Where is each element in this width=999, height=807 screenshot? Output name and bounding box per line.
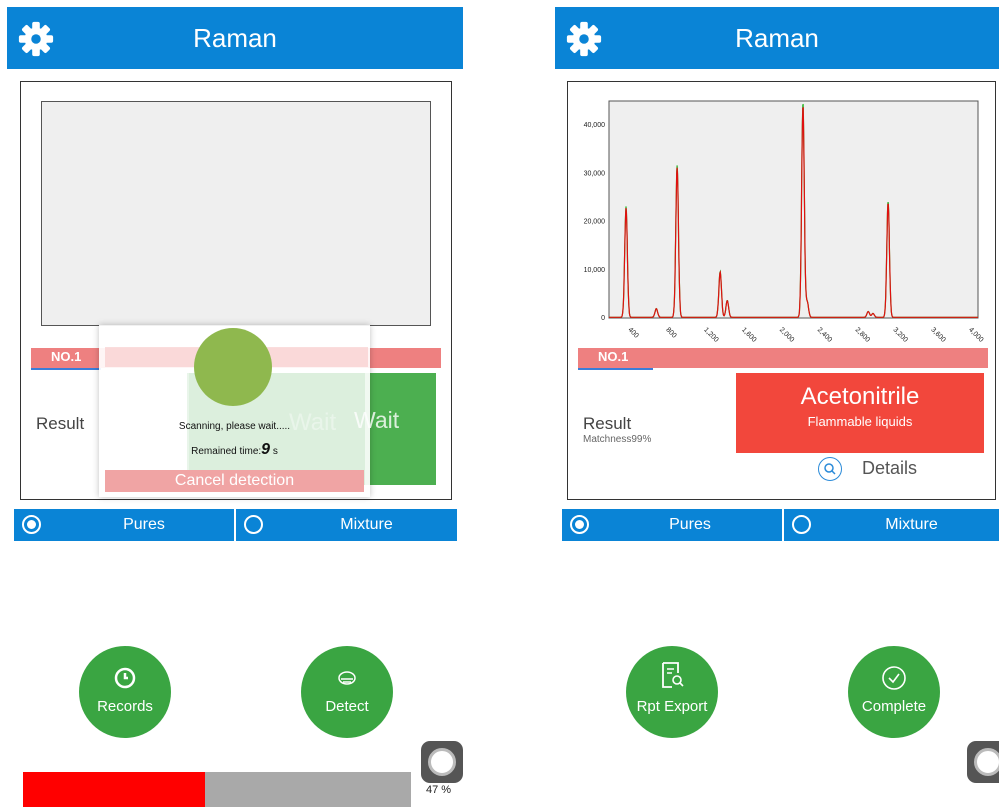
left-mode-selector: Pures Mixture — [14, 509, 457, 541]
app-title: Raman — [193, 23, 277, 53]
right-mode-selector: Pures Mixture — [562, 509, 999, 541]
sample-tag: NO.1 — [598, 349, 629, 364]
substance-name: Acetonitrile — [800, 383, 920, 410]
check-circle-icon — [882, 666, 906, 690]
details-link[interactable]: Details — [818, 455, 958, 483]
sample-tag: NO.1 — [51, 349, 82, 364]
mode-mixture[interactable]: Mixture — [236, 509, 457, 541]
mode-mixture[interactable]: Mixture — [784, 509, 999, 541]
result-box[interactable]: Acetonitrile Flammable liquids — [736, 373, 984, 453]
detect-button[interactable]: Detect — [301, 646, 393, 738]
radio-mixture[interactable] — [244, 515, 263, 534]
complete-button[interactable]: Complete — [848, 646, 940, 738]
x-tick-label: 2,000 — [778, 326, 795, 343]
x-tick-label: 4,000 — [967, 326, 984, 343]
magnifier-icon — [818, 457, 842, 481]
mode-pures[interactable]: Pures — [562, 509, 782, 541]
result-label: Result — [583, 414, 632, 433]
remained-time: Remained time:9 s — [191, 441, 278, 458]
detect-icon — [338, 671, 356, 685]
y-tick-label: 40,000 — [584, 122, 606, 129]
spectrum-plot-empty — [41, 101, 431, 326]
radio-mixture[interactable] — [792, 515, 811, 534]
x-tick-label: 400 — [627, 326, 640, 339]
record-toggle-icon[interactable] — [967, 741, 999, 783]
right-result-panel: 0 10,000 20,000 30,000 40,000 400 800 1,200 1,6… — [567, 81, 996, 500]
x-tick-label: 1,600 — [740, 326, 757, 343]
cancel-detection-button[interactable]: Cancel detection — [105, 470, 364, 492]
mode-pures[interactable]: Pures — [14, 509, 234, 541]
app-title: Raman — [735, 23, 819, 53]
record-toggle-icon[interactable] — [421, 741, 463, 783]
y-tick-label: 30,000 — [584, 170, 606, 177]
result-label: Result — [36, 414, 85, 433]
right-header: Raman — [555, 7, 999, 69]
clock-icon — [114, 667, 136, 689]
x-tick-label: 800 — [664, 326, 677, 339]
scanning-text: Scanning, please wait..... — [178, 421, 291, 432]
radio-pures[interactable] — [22, 515, 41, 534]
radio-pures[interactable] — [570, 515, 589, 534]
progress-indicator-circle — [194, 328, 272, 406]
x-tick-label: 2,400 — [816, 326, 833, 343]
x-tick-label: 2,800 — [854, 326, 871, 343]
progress-bar — [23, 772, 411, 807]
report-export-button[interactable]: Rpt Export — [626, 646, 718, 738]
y-tick-label: 20,000 — [584, 219, 606, 226]
y-tick-label: 0 — [601, 315, 605, 322]
remained-time-value: 9 — [261, 441, 271, 458]
sample-tag-bar: NO.1 — [578, 348, 988, 370]
plot-area — [608, 100, 979, 319]
records-button[interactable]: Records — [79, 646, 171, 738]
matchness-text: Matchness99% — [583, 434, 652, 445]
x-tick-label: 3,200 — [891, 326, 908, 343]
progress-fill — [23, 772, 206, 807]
wait-text-behind: Wait — [354, 407, 400, 433]
scanning-dialog: Scanning, please wait..... Remained time… — [99, 325, 399, 497]
progress-percent: 47 % — [426, 784, 452, 796]
x-tick-label: 3,600 — [929, 326, 946, 343]
left-header: Raman — [7, 7, 463, 69]
hazard-class: Flammable liquids — [807, 414, 913, 429]
spectrum-chart: 0 10,000 20,000 30,000 40,000 400 800 1,200 1,6… — [584, 100, 985, 344]
y-tick-label: 10,000 — [584, 267, 606, 274]
report-search-icon — [662, 662, 684, 688]
x-tick-label: 1,200 — [702, 326, 719, 343]
